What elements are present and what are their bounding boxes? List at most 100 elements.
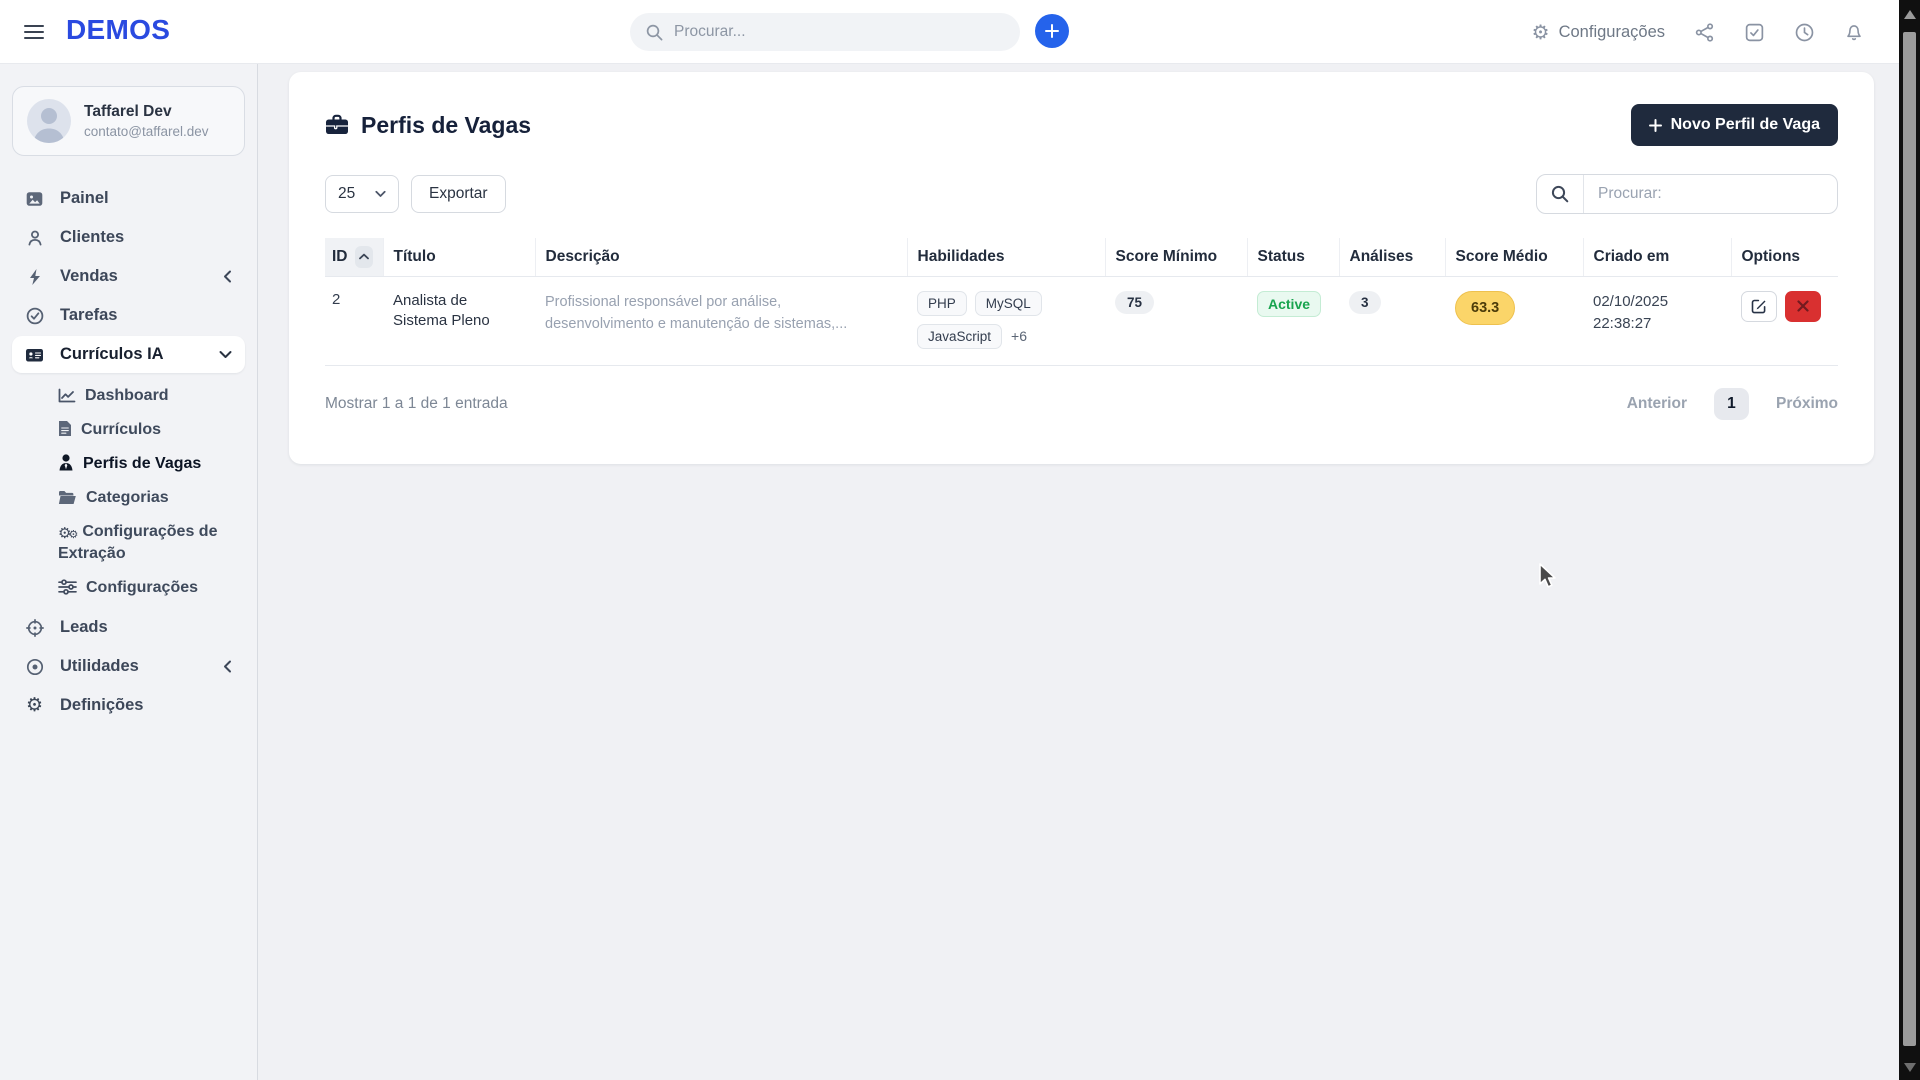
chart-line-icon [58,388,76,403]
gear-icon: ⚙ [25,696,44,715]
user-name: Taffarel Dev [84,103,209,121]
clock-icon[interactable] [1794,22,1815,43]
col-status[interactable]: Status [1247,238,1339,276]
plus-icon [1045,24,1059,38]
status-badge: Active [1257,291,1321,317]
settings-label: Configurações [1559,23,1665,42]
col-descricao[interactable]: Descrição [535,238,907,276]
sliders-icon [58,579,77,595]
sidebar-item-label: Tarefas [60,306,117,325]
sidebar-item-label: Perfis de Vagas [83,455,201,472]
cell-criado-em: 02/10/2025 22:38:27 [1583,276,1731,365]
sidebar-item-utilidades[interactable]: Utilidades [12,648,245,685]
pagination-page-1[interactable]: 1 [1714,388,1749,420]
col-criado-em[interactable]: Criado em [1583,238,1731,276]
scroll-down-arrow-icon[interactable] [1904,1063,1916,1072]
sidebar-item-label: Currículos [81,421,161,438]
col-options[interactable]: Options [1731,238,1838,276]
file-icon [58,420,72,437]
window-scrollbar[interactable] [1899,0,1920,1080]
scrollbar-thumb[interactable] [1903,32,1916,1046]
chevron-down-icon [375,190,386,198]
cell-habilidades: PHP MySQL JavaScript +6 [907,276,1105,365]
sidebar-item-label: Vendas [60,267,118,286]
col-score-medio[interactable]: Score Médio [1445,238,1583,276]
sidebar-item-label: Clientes [60,228,124,247]
user-card[interactable]: Taffarel Dev contato@taffarel.dev [12,86,245,156]
menu-icon[interactable] [24,24,44,40]
col-id[interactable]: ID [325,238,383,276]
folder-open-icon [58,490,77,505]
crosshairs-icon [25,619,44,637]
sidebar-item-categorias[interactable]: Categorias [58,481,245,515]
settings-menu[interactable]: ⚙ Configurações [1532,22,1665,42]
sidebar-item-perfis-de-vagas[interactable]: Perfis de Vagas [58,447,245,481]
plus-icon [1649,119,1662,132]
delete-button[interactable] [1785,291,1821,322]
col-score-minimo[interactable]: Score Mínimo [1105,238,1247,276]
pagination-prev[interactable]: Anterior [1627,395,1687,413]
perfis-table: ID Título Descrição Habilidades Score Mí… [325,238,1838,366]
main-content: Perfis de Vagas Novo Perfil de Vaga 25 E… [259,64,1920,1080]
sidebar-item-label: Leads [60,618,108,637]
bell-icon[interactable] [1844,22,1864,43]
sidebar-item-label: Currículos IA [60,345,164,364]
sidebar-item-dashboard[interactable]: Dashboard [58,379,245,413]
sidebar-item-label: Configurações [86,579,198,596]
sidebar-item-label: Definições [60,696,143,715]
sidebar-item-tarefas[interactable]: Tarefas [12,297,245,334]
scroll-up-arrow-icon[interactable] [1904,10,1916,19]
pagination: Anterior 1 Próximo [1627,388,1838,420]
quick-add-button[interactable] [1035,14,1069,48]
close-icon [1797,300,1809,312]
perfis-card: Perfis de Vagas Novo Perfil de Vaga 25 E… [289,72,1874,464]
sidebar-item-vendas[interactable]: Vendas [12,258,245,295]
sidebar-item-configuracoes[interactable]: Configurações [58,571,245,605]
user-email: contato@taffarel.dev [84,124,209,139]
gears-icon: ⚙⚙ [58,524,78,544]
score-minimo-badge: 75 [1115,291,1154,314]
user-tie-icon [58,454,74,471]
share-icon[interactable] [1694,22,1715,43]
sidebar-item-label: Utilidades [60,657,139,676]
chevron-down-icon [219,350,232,359]
check-square-icon[interactable] [1744,22,1765,43]
brand-logo[interactable]: DEMOS [66,14,170,46]
gear-icon: ⚙ [1532,22,1550,42]
sidebar-submenu: Dashboard Currículos Perfis de Vagas Cat… [12,375,245,609]
sidebar-item-configuracoes-extracao[interactable]: ⚙⚙Configurações de Extração [58,515,245,571]
cell-titulo: Analista de Sistema Pleno [383,276,535,365]
sidebar-item-curriculos-ia[interactable]: Currículos IA [12,336,245,373]
col-titulo[interactable]: Título [383,238,535,276]
table-search-input[interactable] [1584,185,1837,203]
sort-asc-icon[interactable] [355,246,373,268]
topbar: DEMOS ⚙ Configurações [0,0,1920,64]
sidebar-item-definicoes[interactable]: ⚙ Definições [12,687,245,724]
cell-score-minimo: 75 [1105,276,1247,365]
page-size-select[interactable]: 25 [325,175,399,213]
sidebar-nav: Painel Clientes Vendas Tarefas [12,180,245,726]
edit-button[interactable] [1741,291,1777,322]
sidebar-item-leads[interactable]: Leads [12,609,245,646]
check-circle-icon [25,307,44,325]
user-icon [25,229,44,247]
topbar-actions: ⚙ Configurações [1532,0,1864,64]
global-search-input[interactable] [674,23,1004,41]
sidebar: Taffarel Dev contato@taffarel.dev Painel… [0,64,258,1080]
export-button[interactable]: Exportar [411,175,506,213]
sidebar-item-clientes[interactable]: Clientes [12,219,245,256]
cell-options [1731,276,1838,365]
col-habilidades[interactable]: Habilidades [907,238,1105,276]
sidebar-item-label: Painel [60,189,109,208]
sidebar-item-curriculos[interactable]: Currículos [58,413,245,447]
cell-score-medio: 63.3 [1445,276,1583,365]
pagination-next[interactable]: Próximo [1776,395,1838,413]
global-search[interactable] [630,13,1020,51]
chevron-left-icon [223,660,232,673]
sidebar-item-label: Configurações de Extração [58,523,217,562]
novo-perfil-button[interactable]: Novo Perfil de Vaga [1631,104,1838,146]
sidebar-item-painel[interactable]: Painel [12,180,245,217]
col-analises[interactable]: Análises [1339,238,1445,276]
search-icon[interactable] [1537,175,1584,213]
sidebar-item-label: Categorias [86,489,169,506]
